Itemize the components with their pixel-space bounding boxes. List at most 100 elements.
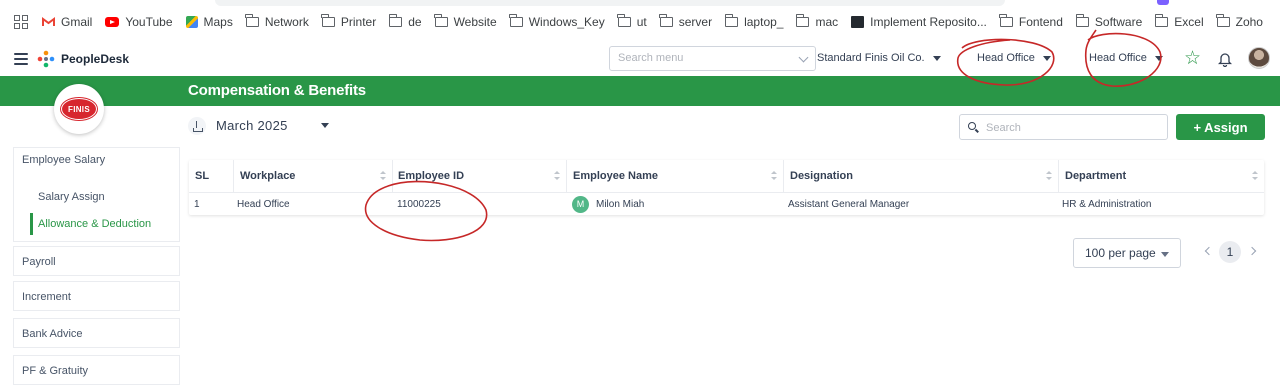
salary-table: SL Workplace Employee ID Employee Name D… <box>189 160 1264 215</box>
apps-grid-icon[interactable] <box>14 15 28 29</box>
company-select[interactable]: Standard Finis Oil Co. <box>817 52 941 64</box>
page-title: Compensation & Benefits <box>188 82 366 99</box>
peopledesk-logo-icon <box>37 50 55 68</box>
bell-icon[interactable] <box>1218 51 1232 67</box>
bookmark-label: Fontend <box>1018 15 1063 29</box>
bookmark-label: server <box>678 15 713 29</box>
search-menu-input[interactable]: Search menu <box>609 46 816 71</box>
cell-employee-id: 11000225 <box>397 198 441 210</box>
bookmark-label: ut <box>636 15 647 29</box>
star-icon[interactable]: ☆ <box>1184 49 1201 68</box>
bookmark-label: Website <box>453 15 497 29</box>
bookmark-software[interactable]: Software <box>1075 14 1142 29</box>
sort-icon[interactable] <box>380 171 386 181</box>
workplace-select[interactable]: Head Office <box>1089 52 1163 64</box>
bookmark-label: Excel <box>1174 15 1204 29</box>
sidebar-item-increment[interactable]: Increment <box>13 281 180 311</box>
page-number-current[interactable]: 1 <box>1219 241 1241 263</box>
folder-icon <box>617 14 631 27</box>
bookmark-laptop[interactable]: laptop_ <box>724 14 784 29</box>
folder-icon <box>245 14 259 27</box>
download-icon[interactable] <box>188 117 206 135</box>
user-avatar[interactable] <box>1248 47 1270 69</box>
sort-icon[interactable] <box>1252 171 1258 181</box>
active-indicator <box>30 213 33 235</box>
column-header-label: Designation <box>790 170 853 182</box>
bookmark-gmail[interactable]: Gmail <box>42 15 92 29</box>
search-menu-placeholder: Search menu <box>618 52 684 64</box>
sidebar-item-payroll[interactable]: Payroll <box>13 246 180 276</box>
folder-icon <box>434 14 448 27</box>
sidebar-item-label: Payroll <box>22 256 56 268</box>
sort-icon[interactable] <box>771 171 777 181</box>
table-row[interactable]: 1 Head Office 11000225 M Milon Miah Assi… <box>189 192 1264 215</box>
company-select-value: Standard Finis Oil Co. <box>817 52 925 64</box>
caret-down-icon[interactable] <box>321 123 329 128</box>
bookmark-label: Windows_Key <box>528 15 605 29</box>
column-header-label: Employee Name <box>573 170 658 182</box>
sort-icon[interactable] <box>554 171 560 181</box>
bookmark-printer[interactable]: Printer <box>321 14 376 29</box>
bookmark-ut[interactable]: ut <box>617 14 647 29</box>
chevron-left-icon[interactable] <box>1204 246 1214 256</box>
finis-logo-icon: FINIS <box>61 98 97 120</box>
workplace-group-select[interactable]: Head Office <box>977 52 1051 64</box>
bookmark-zoho[interactable]: Zoho <box>1216 14 1263 29</box>
column-header-label: Department <box>1065 170 1127 182</box>
folder-icon <box>999 14 1013 27</box>
bookmark-de[interactable]: de <box>388 14 422 29</box>
caret-down-icon <box>1154 55 1163 61</box>
sort-icon[interactable] <box>1046 171 1052 181</box>
folder-icon <box>321 14 335 27</box>
column-header-designation[interactable]: Designation <box>784 160 1059 192</box>
folder-icon <box>388 14 403 27</box>
cell-sl: 1 <box>194 198 200 210</box>
bookmark-label: Network <box>264 15 309 29</box>
brand-name: PeopleDesk <box>61 52 130 66</box>
caret-down-icon <box>1042 55 1051 61</box>
folder-icon <box>509 14 523 27</box>
bookmark-maps[interactable]: Maps <box>185 15 233 29</box>
bookmark-website[interactable]: Website <box>434 14 497 29</box>
per-page-value: 100 per page <box>1085 246 1156 260</box>
column-header-workplace[interactable]: Workplace <box>234 160 393 192</box>
sidebar-item-employee-salary[interactable]: Employee Salary <box>22 154 105 166</box>
cell-employee-name: M Milon Miah <box>567 193 644 215</box>
sidebar-item-bank-advice[interactable]: Bank Advice <box>13 318 180 348</box>
bookmark-label: Zoho <box>1235 15 1263 29</box>
folder-icon <box>1075 14 1089 27</box>
bookmark-label: Maps <box>203 15 233 29</box>
search-box[interactable] <box>959 114 1168 140</box>
search-input[interactable] <box>986 119 1156 136</box>
sidebar-item-salary-assign[interactable]: Salary Assign <box>38 191 105 203</box>
bookmark-network[interactable]: Network <box>245 14 309 29</box>
bookmark-server[interactable]: server <box>659 14 713 29</box>
workplace-select-value: Head Office <box>1089 52 1147 64</box>
bookmark-fontend[interactable]: Fontend <box>999 14 1063 29</box>
month-picker[interactable]: March 2025 <box>216 118 288 133</box>
column-header-label: SL <box>195 170 210 182</box>
bookmark-windows-key[interactable]: Windows_Key <box>509 14 605 29</box>
chevron-right-icon[interactable] <box>1247 246 1257 256</box>
search-icon <box>968 122 976 130</box>
bookmark-implement-repository[interactable]: Implement Reposito... <box>851 15 987 29</box>
menu-icon[interactable] <box>14 53 28 65</box>
sidebar-item-allowance-deduction[interactable]: Allowance & Deduction <box>38 218 151 230</box>
column-header-employee-name[interactable]: Employee Name <box>567 160 784 192</box>
column-header-department[interactable]: Department <box>1059 160 1264 192</box>
extension-badge <box>1157 0 1169 5</box>
assign-button[interactable]: + Assign <box>1176 114 1265 140</box>
bookmark-youtube[interactable]: YouTube <box>105 15 173 29</box>
per-page-select[interactable]: 100 per page <box>1073 238 1181 268</box>
sidebar-item-pf-gratuity[interactable]: PF & Gratuity <box>13 355 180 385</box>
table-header: SL Workplace Employee ID Employee Name D… <box>189 160 1264 192</box>
caret-down-icon <box>1161 252 1169 257</box>
workplace-group-select-value: Head Office <box>977 52 1035 64</box>
youtube-icon <box>105 17 120 27</box>
sidebar-item-label: Increment <box>22 291 71 303</box>
bookmark-excel[interactable]: Excel <box>1154 14 1204 29</box>
bookmark-label: laptop_ <box>744 15 784 29</box>
bookmark-mac[interactable]: mac <box>796 14 838 29</box>
column-header-employee-id[interactable]: Employee ID <box>393 160 567 192</box>
chevron-down-icon <box>798 52 809 63</box>
